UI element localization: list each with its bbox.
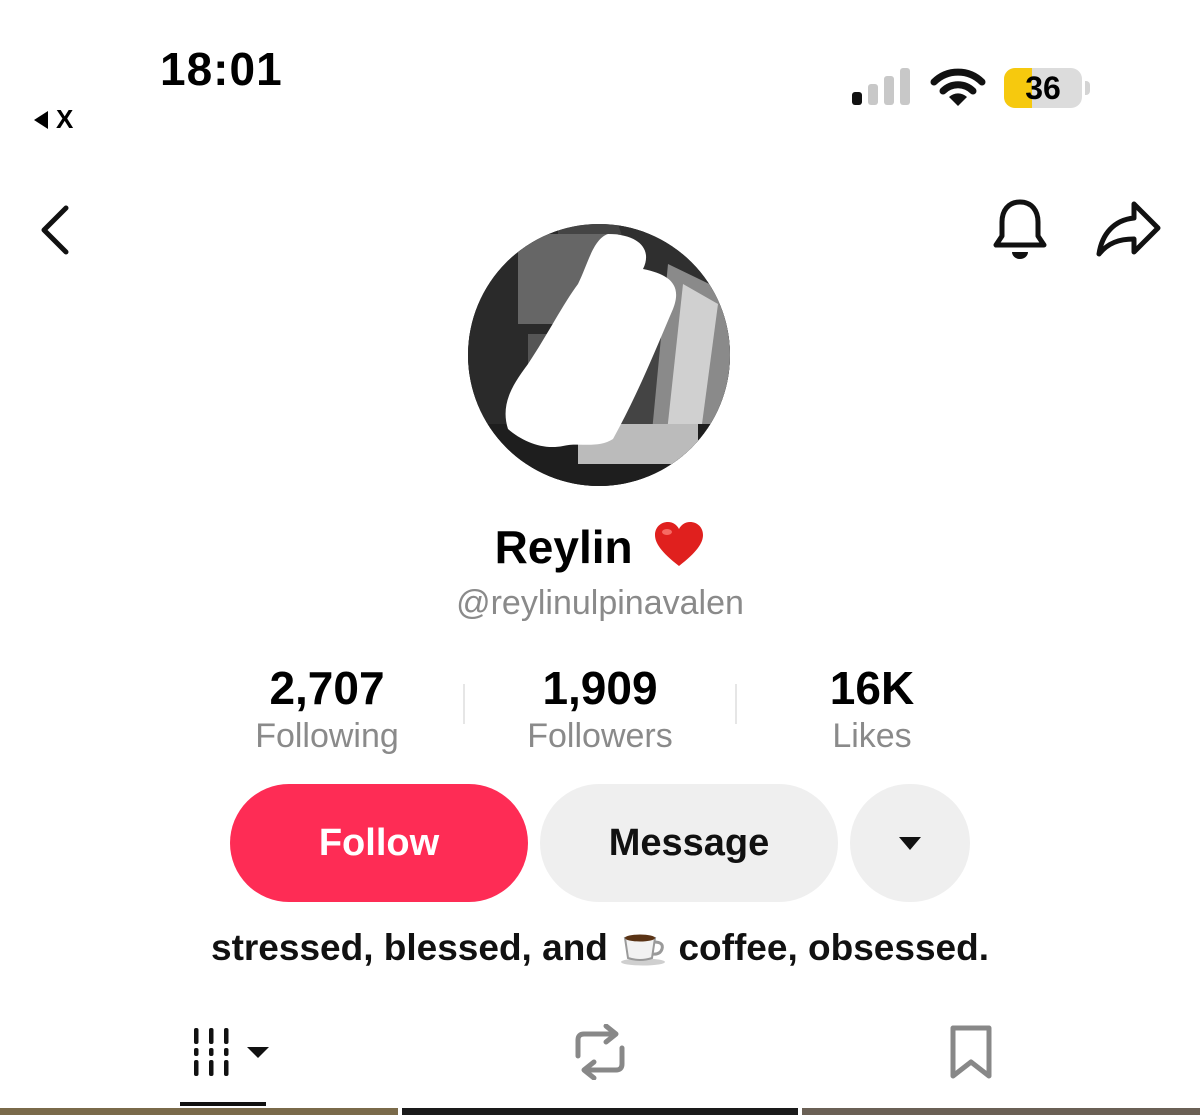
back-chevron-icon[interactable] <box>36 200 80 260</box>
cellular-signal-icon <box>852 68 910 105</box>
video-thumbnail[interactable] <box>0 1108 398 1115</box>
status-time: 18:01 <box>160 43 283 95</box>
stat-likes[interactable]: 16K Likes <box>752 662 992 756</box>
notification-bell-icon[interactable] <box>990 196 1050 262</box>
stat-value: 1,909 <box>542 662 658 714</box>
stat-label: Following <box>255 717 399 755</box>
stat-label: Followers <box>527 717 673 755</box>
follow-button[interactable]: Follow <box>230 784 528 902</box>
stat-divider <box>463 684 465 724</box>
stat-following[interactable]: 2,707 Following <box>207 662 447 756</box>
back-app-label: X <box>56 104 74 134</box>
stat-followers[interactable]: 1,909 Followers <box>480 662 720 756</box>
dropdown-triangle-icon <box>899 836 921 850</box>
more-options-button[interactable] <box>850 784 970 902</box>
videos-grid-icon[interactable] <box>188 1024 278 1080</box>
stat-label: Likes <box>832 717 912 755</box>
share-arrow-icon[interactable] <box>1094 198 1164 260</box>
active-tab-indicator <box>180 1102 266 1106</box>
red-heart-icon <box>655 522 704 566</box>
reposts-icon[interactable] <box>570 1024 630 1080</box>
coffee-cup-icon <box>621 934 666 966</box>
video-thumbnail[interactable] <box>802 1108 1200 1115</box>
message-label: Message <box>608 821 770 864</box>
back-to-app-button[interactable]: X <box>34 104 73 135</box>
stat-value: 2,707 <box>269 662 385 714</box>
favorites-bookmark-icon[interactable] <box>948 1024 994 1080</box>
follow-label: Follow <box>318 821 440 864</box>
profile-bio: stressed, blessed, and coffee, obsessed. <box>0 926 1200 969</box>
avatar-photo <box>468 224 730 486</box>
battery-percent: 36 <box>1025 70 1061 106</box>
video-thumbnail[interactable] <box>402 1108 798 1115</box>
wifi-icon <box>930 68 986 106</box>
message-button[interactable]: Message <box>540 784 838 902</box>
stat-divider <box>735 684 737 724</box>
battery-icon: 36 <box>1004 68 1090 108</box>
bio-text-after: coffee, obsessed. <box>678 927 989 968</box>
back-triangle-icon <box>34 110 48 129</box>
bio-text-before: stressed, blessed, and <box>211 927 608 968</box>
display-name: Reylin <box>494 521 633 573</box>
profile-avatar[interactable] <box>468 224 730 486</box>
username: @reylinulpinavalen <box>456 584 744 622</box>
stat-value: 16K <box>829 662 915 714</box>
display-name-row: Reylin <box>0 520 1200 574</box>
